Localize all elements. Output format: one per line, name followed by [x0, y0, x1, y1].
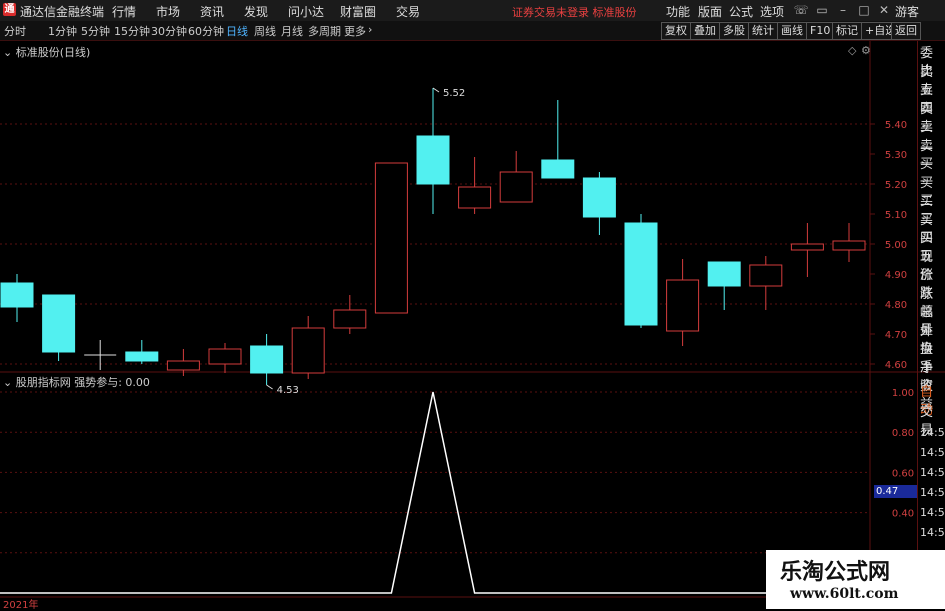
- indicator-tick-label: 0.60: [892, 468, 914, 479]
- indicator-title: 股朋指标网 强势参与: 0.00: [15, 376, 150, 389]
- candle-body: [42, 294, 76, 353]
- candle-body: [832, 240, 866, 251]
- candle-body: [374, 162, 408, 314]
- candle-body: [291, 327, 325, 374]
- price-tick-label: 4.90: [885, 270, 907, 281]
- trade-time: 14:56: [920, 446, 945, 459]
- candle-body: [624, 222, 658, 326]
- price-tick-label: 5.30: [885, 150, 907, 161]
- price-tick-label: 4.70: [885, 330, 907, 341]
- indicator-tick-label: 1.00: [892, 388, 914, 399]
- high-marker: [432, 87, 440, 93]
- high-label: 5.52: [443, 88, 465, 99]
- grid-lines: [0, 41, 945, 609]
- chart-canvas[interactable]: 5.40 5.30 5.20 5.10 5.00 4.90 4.80 4.70 4.60 1.00…: [0, 0, 945, 609]
- low-marker: [266, 384, 273, 390]
- chart-title: 标准股份(日线): [15, 46, 91, 59]
- indicator-tick-label: 0.40: [892, 509, 914, 520]
- candle-body: [416, 135, 450, 185]
- candle-body: [0, 282, 34, 308]
- indicator-series: [0, 391, 870, 594]
- settings-icon[interactable]: ⚙: [861, 44, 871, 57]
- candle-body: [707, 261, 741, 287]
- price-tick-label: 4.60: [885, 360, 907, 371]
- price-tick-label: 5.10: [885, 210, 907, 221]
- candle-body: [250, 345, 284, 374]
- candle-body: [458, 186, 492, 209]
- candle-body: [333, 309, 367, 329]
- candle-body: [790, 243, 824, 251]
- trade-time: 14:56: [920, 506, 945, 519]
- chevron-down-icon[interactable]: ⌄: [3, 46, 12, 59]
- price-tick-label: 5.40: [885, 120, 907, 131]
- price-tick-label: 4.80: [885, 300, 907, 311]
- watermark-url: www.60lt.com: [790, 586, 899, 602]
- candle-body: [499, 171, 533, 203]
- candle-body: [208, 348, 242, 365]
- trade-time: 14:56: [920, 526, 945, 539]
- diamond-icon[interactable]: ◇: [848, 44, 856, 57]
- chevron-down-icon[interactable]: ⌄: [3, 376, 12, 389]
- trade-time: 14:56: [920, 426, 945, 439]
- candle-body: [541, 159, 575, 179]
- indicator-tick-label: 0.80: [892, 428, 914, 439]
- candle-body: [749, 264, 783, 287]
- trade-time: 14:56: [920, 466, 945, 479]
- candle-body: [125, 351, 159, 362]
- candle-body: [666, 279, 700, 332]
- candle-body: [582, 177, 616, 218]
- price-tick-label: 5.20: [885, 180, 907, 191]
- low-label: 4.53: [277, 385, 299, 396]
- indicator-title-row: ⌄ 股朋指标网 强势参与: 0.00: [3, 374, 150, 390]
- price-tick-label: 5.00: [885, 240, 907, 251]
- candle-body: [166, 360, 200, 371]
- indicator-line: [0, 391, 870, 594]
- trade-time: 14:56: [920, 486, 945, 499]
- watermark-title: 乐淘公式网: [780, 560, 891, 585]
- candles: [0, 88, 866, 385]
- chart-title-row: ⌄ 标准股份(日线): [3, 44, 90, 60]
- cursor-value-badge: 0.47: [874, 485, 918, 498]
